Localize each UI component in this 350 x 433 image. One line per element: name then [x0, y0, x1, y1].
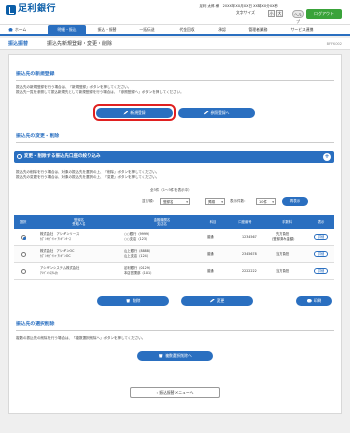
pencil-icon	[203, 110, 209, 115]
col-account: 口座番号	[238, 220, 252, 224]
row-radio[interactable]	[21, 235, 26, 240]
back-to-menu-button[interactable]: ‹ 振込振替メニューへ	[130, 387, 220, 398]
register-divider	[16, 80, 334, 81]
change-button[interactable]: 変更	[181, 296, 253, 306]
col-fee: 手数料	[282, 220, 292, 224]
nav-item-service[interactable]: サービス連携	[280, 25, 324, 35]
pencil-icon	[209, 298, 215, 303]
detail-button[interactable]: 詳細	[314, 268, 328, 274]
bulk-delete-button[interactable]: 複数選択削除へ	[137, 351, 213, 361]
row-fee-note: (登録済み金額)	[272, 237, 295, 241]
col-select: 選択	[19, 220, 27, 224]
search-icon	[17, 154, 22, 159]
font-size-label: 文字サイズ	[236, 10, 255, 15]
pencil-icon	[123, 110, 129, 115]
row-type: 普通	[207, 252, 214, 256]
sort-select[interactable]: 登録名	[160, 198, 190, 205]
print-button[interactable]: 印刷	[296, 296, 332, 306]
page-title: 振込振替	[8, 41, 29, 47]
modify-section-title: 振込先の変更・削除	[16, 134, 60, 139]
bulk-section-title: 振込先の選択削除	[16, 322, 55, 327]
trash-icon	[158, 354, 163, 358]
printer-icon	[306, 298, 312, 303]
register-desc-2: 振込先一覧を参照して振込新規先として新規登録を行う場合は、「参照登録へ」ボタンを…	[16, 90, 184, 94]
row-bank: 足利銀行（0129）	[124, 266, 153, 270]
redisplay-button[interactable]: 再表示	[282, 197, 308, 206]
nav-item-inquiry[interactable]: 明細・振込	[48, 25, 86, 35]
table-row[interactable]: 株式会社 アシギンOC ｶﾌﾞｼｷｶﾞｲｼｬ ｱｼｷﾞﾝOC 山上銀行（8888…	[14, 246, 334, 263]
row-bank: ○○銀行（9999）	[124, 232, 152, 236]
help-button[interactable]: ヘルプ	[292, 10, 304, 24]
detail-button[interactable]: 詳細	[314, 251, 328, 257]
font-large-button[interactable]: 大	[276, 10, 283, 17]
page-subtitle: 振込先新規登録・変更・削除	[47, 41, 113, 47]
row-payee: ｶﾌﾞｼｷｶﾞｲｼｬ ｱｼｷﾞﾝOC	[40, 254, 71, 258]
col-display: 表示	[317, 220, 325, 224]
row-fee: 先方負担	[276, 232, 290, 236]
per-page-select[interactable]: 10件	[256, 198, 276, 205]
nav-item-collection[interactable]: 代金回収	[168, 25, 206, 35]
table-row[interactable]: アシギンシステム株式会社 ｱｼｷﾞﾝｼｽﾃﾑ(ｶ 足利銀行（0129） 本店営業…	[14, 263, 334, 280]
modify-desc-2: 振込先の変更を行う場合は、対象の振込先を選択の上、「変更」ボタンを押してください…	[16, 175, 160, 179]
filter-accordion[interactable]: 変更・削除する振込先口座の絞り込み +	[14, 151, 334, 163]
row-radio[interactable]	[21, 269, 26, 274]
row-branch: ○○支店（123）	[124, 237, 150, 241]
screen-id: BFFK002	[326, 42, 342, 46]
reference-register-button[interactable]: 参照登録へ	[178, 108, 255, 118]
nav-item-bulk[interactable]: 一括伝送	[128, 25, 166, 35]
trash-icon	[126, 299, 130, 303]
row-payee: ｶﾌﾞｼｷｶﾞｲｼｬ ｱｼｷﾞﾝﾘｰｽ	[40, 237, 71, 241]
table-row[interactable]: 株式会社 アシギンリース ｶﾌﾞｼｷｶﾞｲｼｬ ｱｼｷﾞﾝﾘｰｽ ○○銀行（99…	[14, 229, 334, 246]
bulk-divider	[16, 330, 334, 331]
filter-label: 変更・削除する振込先口座の絞り込み	[24, 154, 101, 159]
row-fee: 当方負担	[276, 252, 290, 256]
table-header: 選択 登録名 受取人名 金融機関名 支店名 科目 口座番号 手数料 表示	[14, 215, 334, 229]
row-type: 普通	[207, 235, 214, 239]
expand-icon[interactable]: +	[323, 153, 331, 161]
per-page-label: 表示件数：	[230, 199, 248, 203]
row-branch: 山上支店（124）	[124, 254, 151, 258]
detail-button[interactable]: 詳細	[314, 234, 328, 240]
row-radio[interactable]	[21, 252, 26, 257]
row-bank: 山上銀行（8888）	[124, 249, 153, 253]
user-info: 足利 太郎 様 20XX年XX月XX日 XX時XX分XX秒	[199, 4, 278, 8]
delete-button[interactable]: 削除	[97, 296, 169, 306]
row-account: 2222222	[242, 269, 257, 273]
home-icon	[8, 27, 13, 32]
order-select[interactable]: 昇順	[205, 198, 225, 205]
result-count: 全3件（1〜3件を表示中）	[150, 188, 192, 192]
row-branch: 本店営業部（101）	[124, 271, 154, 275]
col-name: 登録名 受取人名	[72, 218, 86, 226]
bank-name: 足利銀行	[18, 4, 57, 14]
row-fee: 当方負担	[276, 269, 290, 273]
row-name: 株式会社 アシギンリース	[40, 232, 80, 236]
global-nav: ホーム 明細・振込 振込・振替 一括伝送 代金回収 承認 管理者業務 サービス連…	[0, 24, 350, 36]
register-section-title: 振込先の新規登録	[16, 72, 55, 77]
nav-item-approval[interactable]: 承認	[208, 25, 236, 35]
row-payee: ｱｼｷﾞﾝｼｽﾃﾑ(ｶ	[40, 271, 58, 275]
row-name: アシギンシステム株式会社	[40, 266, 80, 270]
new-register-button[interactable]: 新規登録	[96, 108, 173, 118]
page-title-bar: 振込振替 振込先新規登録・変更・削除 BFFK002	[0, 38, 350, 50]
bank-logo-icon	[6, 5, 16, 15]
col-bank: 金融機関名 支店名	[153, 218, 171, 226]
bulk-desc: 複数の振込先の削除を行う場合は、「複数選択削除へ」ボタンを押してください。	[16, 336, 146, 340]
font-small-button[interactable]: 小	[268, 10, 275, 17]
logout-button[interactable]: ログアウト	[306, 9, 342, 19]
nav-item-admin[interactable]: 管理者業務	[238, 25, 278, 35]
row-name: 株式会社 アシギンOC	[40, 249, 75, 253]
nav-item-transfer[interactable]: 振込・振替	[88, 25, 126, 35]
row-type: 普通	[207, 269, 214, 273]
row-account: 2345678	[242, 252, 257, 256]
nav-home[interactable]: ホーム	[8, 25, 42, 35]
col-type: 科目	[209, 220, 217, 224]
modify-divider	[16, 142, 334, 143]
header: 足利銀行 足利 太郎 様 20XX年XX月XX日 XX時XX分XX秒 文字サイズ…	[0, 0, 350, 24]
sort-label: 並び順：	[142, 199, 156, 203]
row-account: 1234567	[242, 235, 257, 239]
modify-desc-1: 振込先の削除を行う場合は、対象の振込先を選択の上、「削除」ボタンを押してください…	[16, 170, 160, 174]
register-desc-1: 振込先の新規登録を行う場合は、「新規登録」ボタンを押してください。	[16, 85, 132, 89]
